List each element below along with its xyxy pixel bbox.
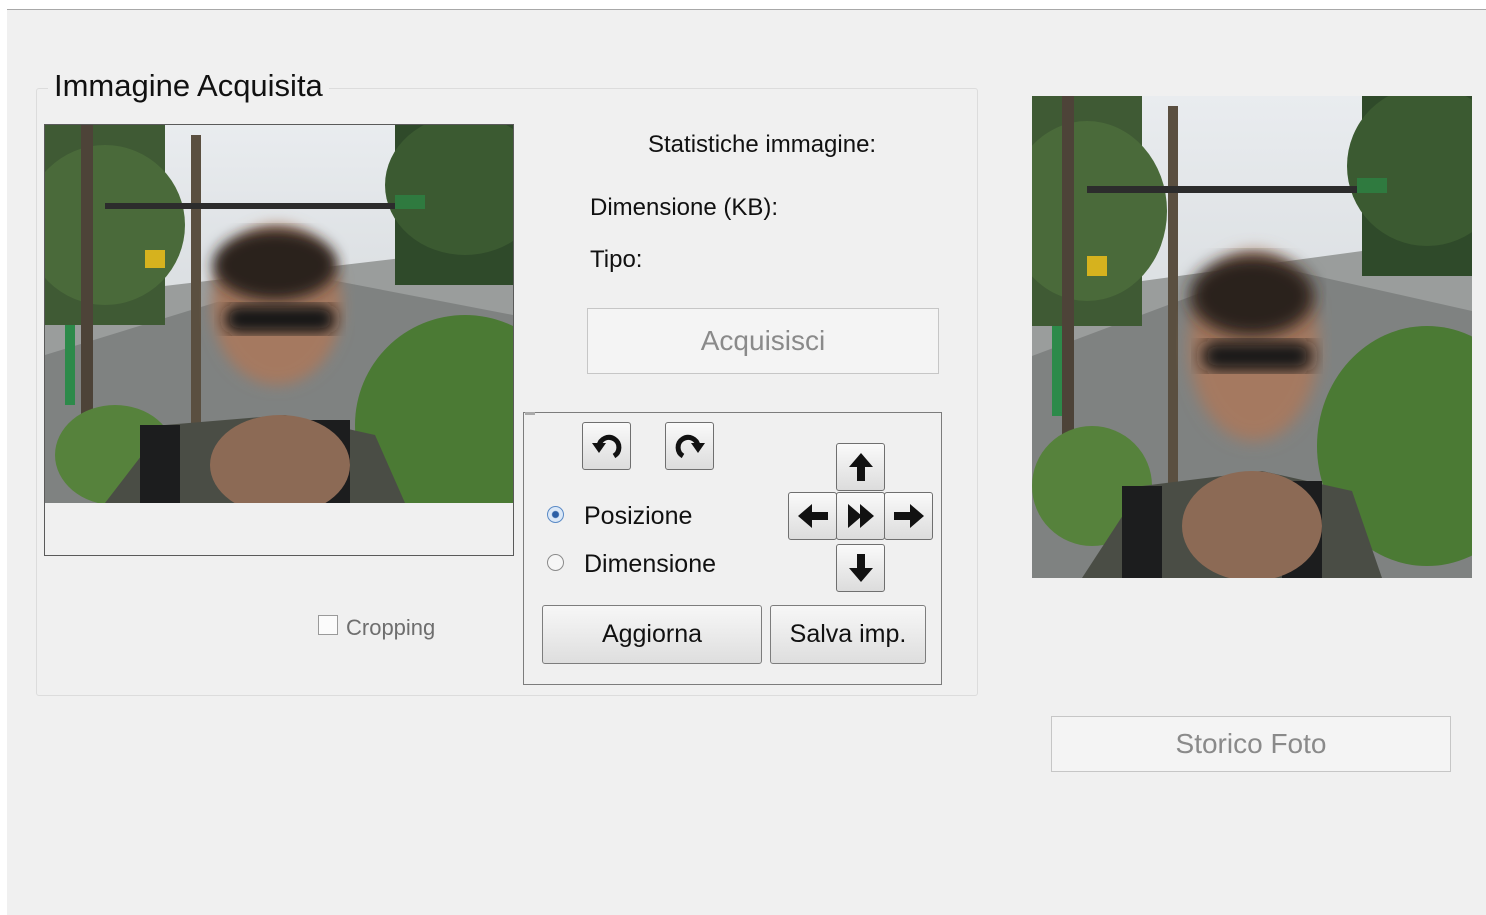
- arrow-up-icon: [848, 453, 873, 481]
- update-button[interactable]: Aggiorna: [542, 605, 762, 664]
- arrow-right-icon: [893, 504, 924, 528]
- move-down-button[interactable]: [836, 544, 885, 592]
- photo-history-button[interactable]: Storico Foto: [1051, 716, 1451, 772]
- rotate-left-icon: [591, 434, 621, 459]
- arrow-left-icon: [797, 504, 828, 528]
- cropping-checkbox[interactable]: [318, 615, 338, 635]
- dimension-radio[interactable]: [547, 554, 564, 571]
- arrow-down-icon: [848, 554, 873, 582]
- rotate-right-button[interactable]: [665, 422, 714, 470]
- captured-photo-frame: [44, 124, 514, 556]
- cropping-label: Cropping: [346, 615, 436, 640]
- move-left-button[interactable]: [788, 492, 837, 540]
- rotate-right-icon: [675, 434, 705, 459]
- preview-photo: [1032, 96, 1472, 578]
- group-title: Immagine Acquisita: [48, 68, 329, 104]
- fast-forward-icon: [847, 504, 874, 528]
- position-radio-label[interactable]: Posizione: [584, 502, 692, 531]
- stats-heading: Statistiche immagine:: [648, 131, 877, 158]
- move-up-button[interactable]: [836, 443, 885, 491]
- type-label: Tipo:: [590, 246, 643, 273]
- acquire-button[interactable]: Acquisisci: [587, 308, 939, 374]
- center-button[interactable]: [836, 492, 885, 540]
- rotate-left-button[interactable]: [582, 422, 631, 470]
- size-label: Dimensione (KB):: [590, 194, 779, 221]
- position-radio[interactable]: [547, 506, 564, 523]
- preview-image: [1032, 96, 1472, 578]
- captured-photo: [45, 125, 513, 555]
- save-settings-button[interactable]: Salva imp.: [770, 605, 926, 664]
- move-right-button[interactable]: [884, 492, 933, 540]
- panel-notch: [525, 412, 535, 415]
- dimension-radio-label[interactable]: Dimensione: [584, 550, 716, 579]
